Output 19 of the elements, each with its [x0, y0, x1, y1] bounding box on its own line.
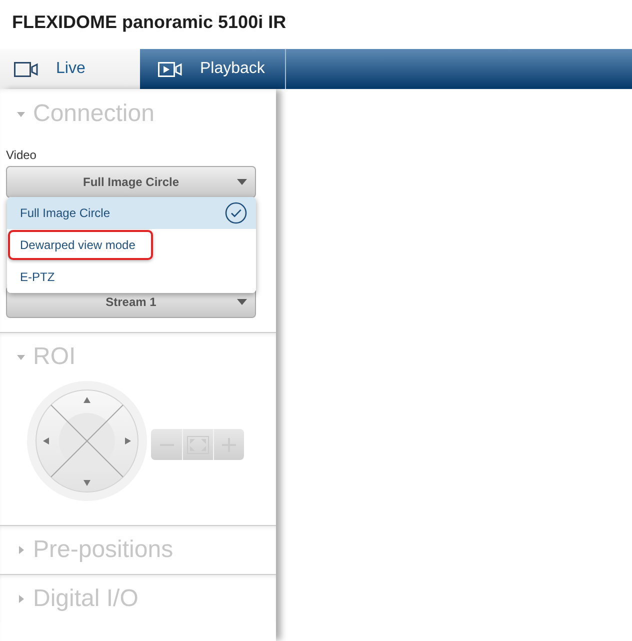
- ptz-joystick[interactable]: [27, 381, 147, 501]
- tab[interactable]: Live: [0, 49, 140, 89]
- plus-icon: [222, 438, 236, 452]
- dropdown-option[interactable]: Dewarped view mode: [7, 229, 256, 261]
- video-camera-icon: [14, 62, 38, 76]
- dropdown-option[interactable]: Full Image Circle: [7, 197, 256, 229]
- caret-down-icon: [237, 178, 247, 186]
- left-arrow-icon: [43, 438, 49, 444]
- caret-down-icon: [237, 298, 247, 306]
- down-arrow-icon: [84, 480, 90, 486]
- up-arrow-icon: [84, 397, 90, 403]
- dropdown-option[interactable]: E-PTZ: [7, 261, 256, 293]
- right-arrow-icon: [125, 438, 131, 444]
- page-title: FLEXIDOME panoramic 5100i IR: [12, 11, 286, 33]
- expand-icon: [187, 436, 209, 454]
- field-label: Video: [6, 148, 36, 162]
- check-circle-icon: [225, 202, 247, 224]
- dropdown-select[interactable]: Full Image Circle: [6, 166, 256, 198]
- video-play-icon: [158, 62, 182, 76]
